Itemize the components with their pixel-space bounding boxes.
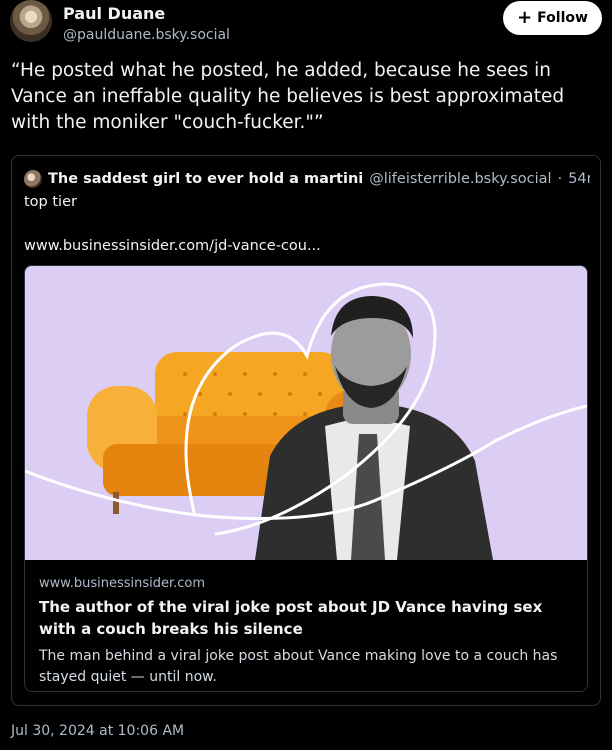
quoted-post-age: 54m: [568, 171, 590, 187]
link-card-info: www.businessinsider.com The author of th…: [25, 560, 587, 691]
author-name[interactable]: Paul Duane: [63, 4, 165, 23]
author-avatar[interactable]: [10, 0, 52, 42]
post-header: Paul Duane @paulduane.bsky.social + Foll…: [10, 0, 602, 46]
post-text: “He posted what he posted, he added, bec…: [11, 60, 565, 133]
separator-dot: ·: [557, 171, 563, 187]
post-timestamp[interactable]: Jul 30, 2024 at 10:06 AM: [11, 723, 184, 739]
plus-icon: +: [517, 7, 533, 28]
quoted-author-avatar[interactable]: [24, 170, 42, 188]
link-card-domain: www.businessinsider.com: [39, 576, 206, 591]
couch-and-portrait-illustration: [25, 266, 587, 560]
quoted-post[interactable]: The saddest girl to ever hold a martini …: [11, 155, 601, 706]
quoted-post-link[interactable]: www.businessinsider.com/jd-vance-cou...: [24, 238, 321, 254]
link-card-description: The man behind a viral joke post about V…: [39, 648, 558, 685]
link-card-title[interactable]: The author of the viral joke post about …: [39, 596, 573, 640]
link-card[interactable]: www.businessinsider.com The author of th…: [24, 265, 588, 692]
quoted-author-name[interactable]: The saddest girl to ever hold a martini: [48, 171, 363, 187]
quoted-author-handle[interactable]: @lifeisterrible.bsky.social: [369, 171, 551, 187]
author-handle[interactable]: @paulduane.bsky.social: [63, 27, 230, 43]
quoted-post-header: The saddest girl to ever hold a martini …: [24, 170, 590, 188]
follow-label: Follow: [537, 10, 588, 26]
follow-button[interactable]: + Follow: [503, 1, 602, 35]
quoted-post-text: top tier: [24, 194, 77, 210]
link-card-image[interactable]: [25, 266, 587, 560]
post: Paul Duane @paulduane.bsky.social + Foll…: [0, 0, 612, 750]
